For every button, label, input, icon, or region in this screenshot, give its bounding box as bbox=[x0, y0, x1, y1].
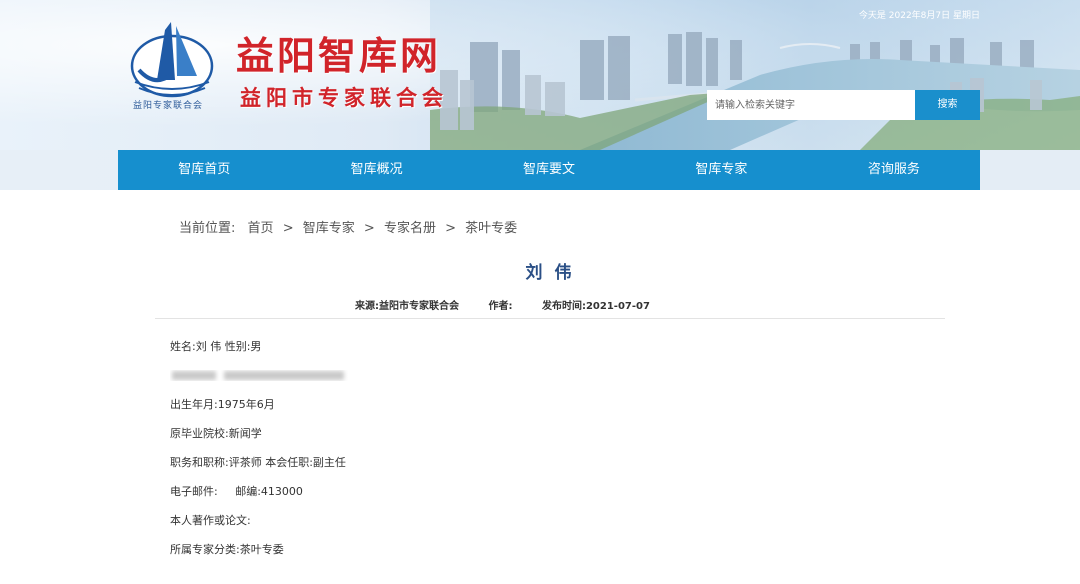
city-panorama-image bbox=[430, 0, 1080, 150]
breadcrumb-link-home[interactable]: 首页 bbox=[248, 221, 274, 236]
breadcrumb-separator: > bbox=[363, 221, 375, 236]
article-author: 作者: bbox=[488, 301, 513, 312]
breadcrumb-link-experts[interactable]: 智库专家 bbox=[303, 221, 355, 236]
nav-item-consulting[interactable]: 咨询服务 bbox=[808, 150, 980, 190]
breadcrumb-separator: > bbox=[282, 221, 294, 236]
field-email-zip: 电子邮件: 邮编:413000 bbox=[170, 485, 303, 498]
site-header: 今天是 2022年8月7日 星期日 益阳专家联合会 益阳智库网 益阳市专家联合会… bbox=[0, 0, 1080, 150]
breadcrumb: 当前位置: 首页 > 智库专家 > 专家名册 > 茶叶专委 bbox=[179, 217, 517, 236]
article-title: 刘 伟 bbox=[525, 263, 575, 283]
site-title[interactable]: 益阳智库网 bbox=[236, 36, 441, 76]
current-date: 今天是 2022年8月7日 星期日 bbox=[858, 11, 980, 21]
breadcrumb-separator: > bbox=[445, 221, 456, 236]
field-name-gender: 姓名:刘 伟 性别:男 bbox=[170, 340, 262, 353]
main-navigation: 智库首页 智库概况 智库要文 智库专家 咨询服务 bbox=[118, 150, 980, 190]
search-button[interactable]: 搜索 bbox=[915, 90, 980, 120]
article-meta: 来源:益阳市专家联合会 作者: 发布时间:2021-07-07 bbox=[355, 297, 676, 312]
field-school: 原毕业院校:新闻学 bbox=[170, 427, 262, 440]
breadcrumb-link-tea-committee[interactable]: 茶叶专委 bbox=[465, 221, 517, 236]
site-subtitle: 益阳市专家联合会 bbox=[240, 85, 448, 110]
breadcrumb-link-roster[interactable]: 专家名册 bbox=[384, 221, 436, 236]
field-works: 本人著作或论文: bbox=[170, 514, 251, 527]
logo-caption: 益阳专家联合会 bbox=[133, 101, 204, 111]
divider bbox=[155, 318, 945, 319]
redacted-info-image bbox=[172, 371, 344, 380]
nav-item-experts[interactable]: 智库专家 bbox=[635, 150, 807, 190]
field-birth: 出生年月:1975年6月 bbox=[170, 398, 275, 411]
nav-item-news[interactable]: 智库要文 bbox=[463, 150, 635, 190]
article-source: 来源:益阳市专家联合会 bbox=[355, 301, 459, 312]
nav-item-home[interactable]: 智库首页 bbox=[118, 150, 290, 190]
field-category: 所属专家分类:茶叶专委 bbox=[170, 543, 284, 556]
article-publish-time: 发布时间:2021-07-07 bbox=[541, 301, 650, 312]
breadcrumb-label: 当前位置: bbox=[179, 221, 236, 236]
search-input[interactable] bbox=[707, 90, 915, 120]
nav-item-overview[interactable]: 智库概况 bbox=[290, 150, 462, 190]
field-position: 职务和职称:评茶师 本会任职:副主任 bbox=[170, 456, 346, 469]
